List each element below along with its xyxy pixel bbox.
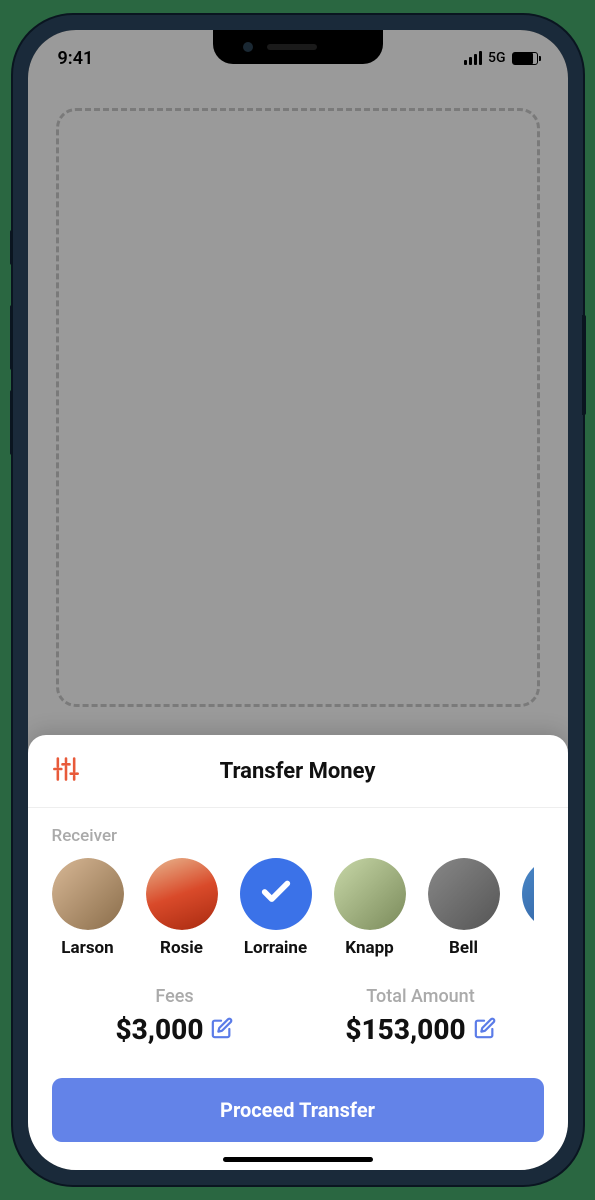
check-icon [259, 875, 293, 913]
receiver-name: Lorraine [244, 938, 307, 958]
sheet-title: Transfer Money [220, 759, 376, 784]
phone-frame: 9:41 5G [13, 15, 583, 1185]
avatar [52, 858, 124, 930]
receiver-name: Rosie [160, 938, 203, 958]
receiver-larson[interactable]: Larson [52, 858, 124, 958]
total-label: Total Amount [298, 986, 544, 1007]
receiver-knapp[interactable]: Knapp [334, 858, 406, 958]
placeholder-box [56, 108, 540, 707]
sliders-icon[interactable] [52, 755, 80, 787]
avatar [428, 858, 500, 930]
notch [213, 30, 383, 64]
receiver-name: Larson [61, 938, 113, 958]
fees-value: $3,000 [116, 1013, 204, 1046]
receiver-rosie[interactable]: Rosie [146, 858, 218, 958]
receiver-name: Bell [449, 938, 478, 958]
edit-fees-icon[interactable] [211, 1017, 233, 1043]
avatar-selected [240, 858, 312, 930]
clock: 9:41 [58, 48, 94, 69]
edit-total-icon[interactable] [474, 1017, 496, 1043]
receiver-lorraine[interactable]: Lorraine [240, 858, 312, 958]
total-value: $153,000 [345, 1013, 465, 1046]
fees-label: Fees [52, 986, 298, 1007]
total-block: Total Amount $153,000 [298, 986, 544, 1046]
home-indicator[interactable] [223, 1157, 373, 1162]
receiver-bell[interactable]: Bell [428, 858, 500, 958]
proceed-transfer-button[interactable]: Proceed Transfer [52, 1078, 544, 1142]
receivers-row[interactable]: Larson Rosie Lorraine [52, 858, 544, 958]
content-placeholder [28, 78, 568, 735]
network-label: 5G [488, 50, 506, 66]
battery-icon [512, 52, 538, 65]
receiver-name: Knapp [345, 938, 394, 958]
transfer-sheet: Transfer Money Receiver Larson Rosie [28, 735, 568, 1170]
receiver-overflow-hint[interactable] [522, 858, 534, 930]
receiver-label: Receiver [52, 826, 544, 846]
avatar [146, 858, 218, 930]
avatar [334, 858, 406, 930]
cellular-signal-icon [464, 51, 482, 65]
fees-block: Fees $3,000 [52, 986, 298, 1046]
